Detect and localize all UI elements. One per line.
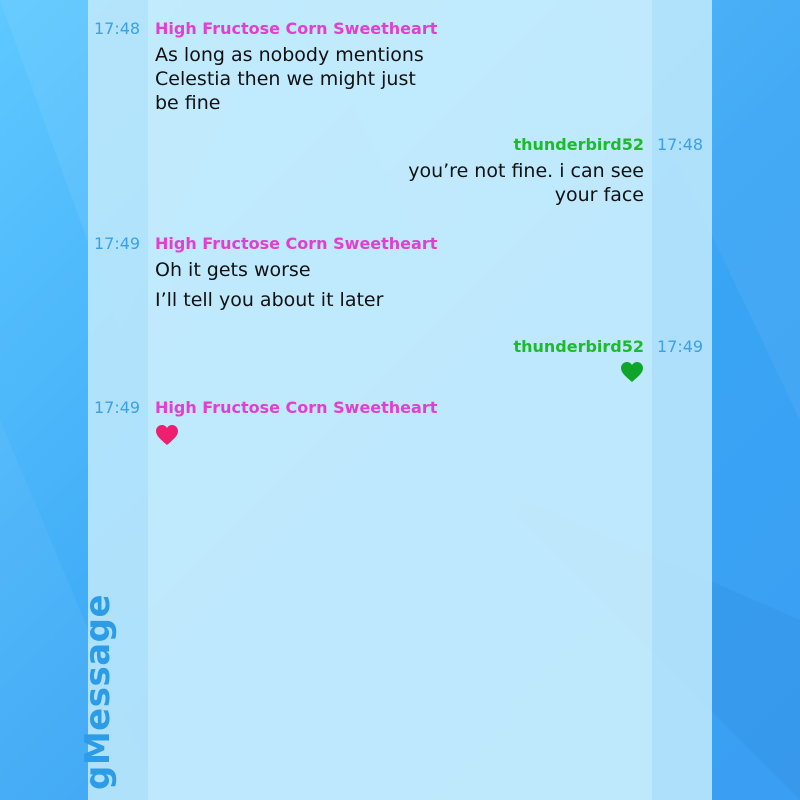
- message-line: you’re not fine. i can see: [408, 160, 644, 182]
- pink-heart-icon: [156, 425, 178, 445]
- message-line: Celestia then we might just: [155, 68, 416, 90]
- message-line: As long as nobody mentions: [155, 44, 424, 66]
- message-sender: thunderbird52: [513, 135, 644, 154]
- message-timestamp: 17:49: [94, 234, 141, 253]
- message-sender: High Fructose Corn Sweetheart: [155, 19, 438, 38]
- message-line: your face: [554, 184, 644, 206]
- message-line: Oh it gets worse: [155, 259, 311, 281]
- message-line: I’ll tell you about it later: [155, 289, 384, 311]
- green-heart-icon: [621, 362, 643, 382]
- message-sender: High Fructose Corn Sweetheart: [155, 234, 438, 253]
- chat-log: 17:48 High Fructose Corn Sweetheart As l…: [0, 0, 800, 800]
- chat-message: 17:49 High Fructose Corn Sweetheart Oh i…: [0, 234, 800, 314]
- message-timestamp: 17:49: [94, 398, 141, 417]
- message-body: you’re not fine. i can see your face: [344, 159, 644, 207]
- message-line: be fine: [155, 92, 221, 114]
- message-timestamp: 17:49: [657, 337, 704, 356]
- chat-message: 17:48 High Fructose Corn Sweetheart As l…: [0, 19, 800, 119]
- message-body: As long as nobody mentions Celestia then…: [155, 43, 465, 115]
- message-timestamp: 17:48: [657, 135, 704, 154]
- message-body: Oh it gets worse I’ll tell you about it …: [155, 258, 465, 312]
- message-timestamp: 17:48: [94, 19, 141, 38]
- chat-message: 17:49 High Fructose Corn Sweetheart: [0, 398, 800, 448]
- chat-message: thunderbird52 17:48 you’re not fine. i c…: [0, 135, 800, 215]
- message-sender: thunderbird52: [513, 337, 644, 356]
- chat-message: thunderbird52 17:49: [0, 337, 800, 387]
- message-sender: High Fructose Corn Sweetheart: [155, 398, 438, 417]
